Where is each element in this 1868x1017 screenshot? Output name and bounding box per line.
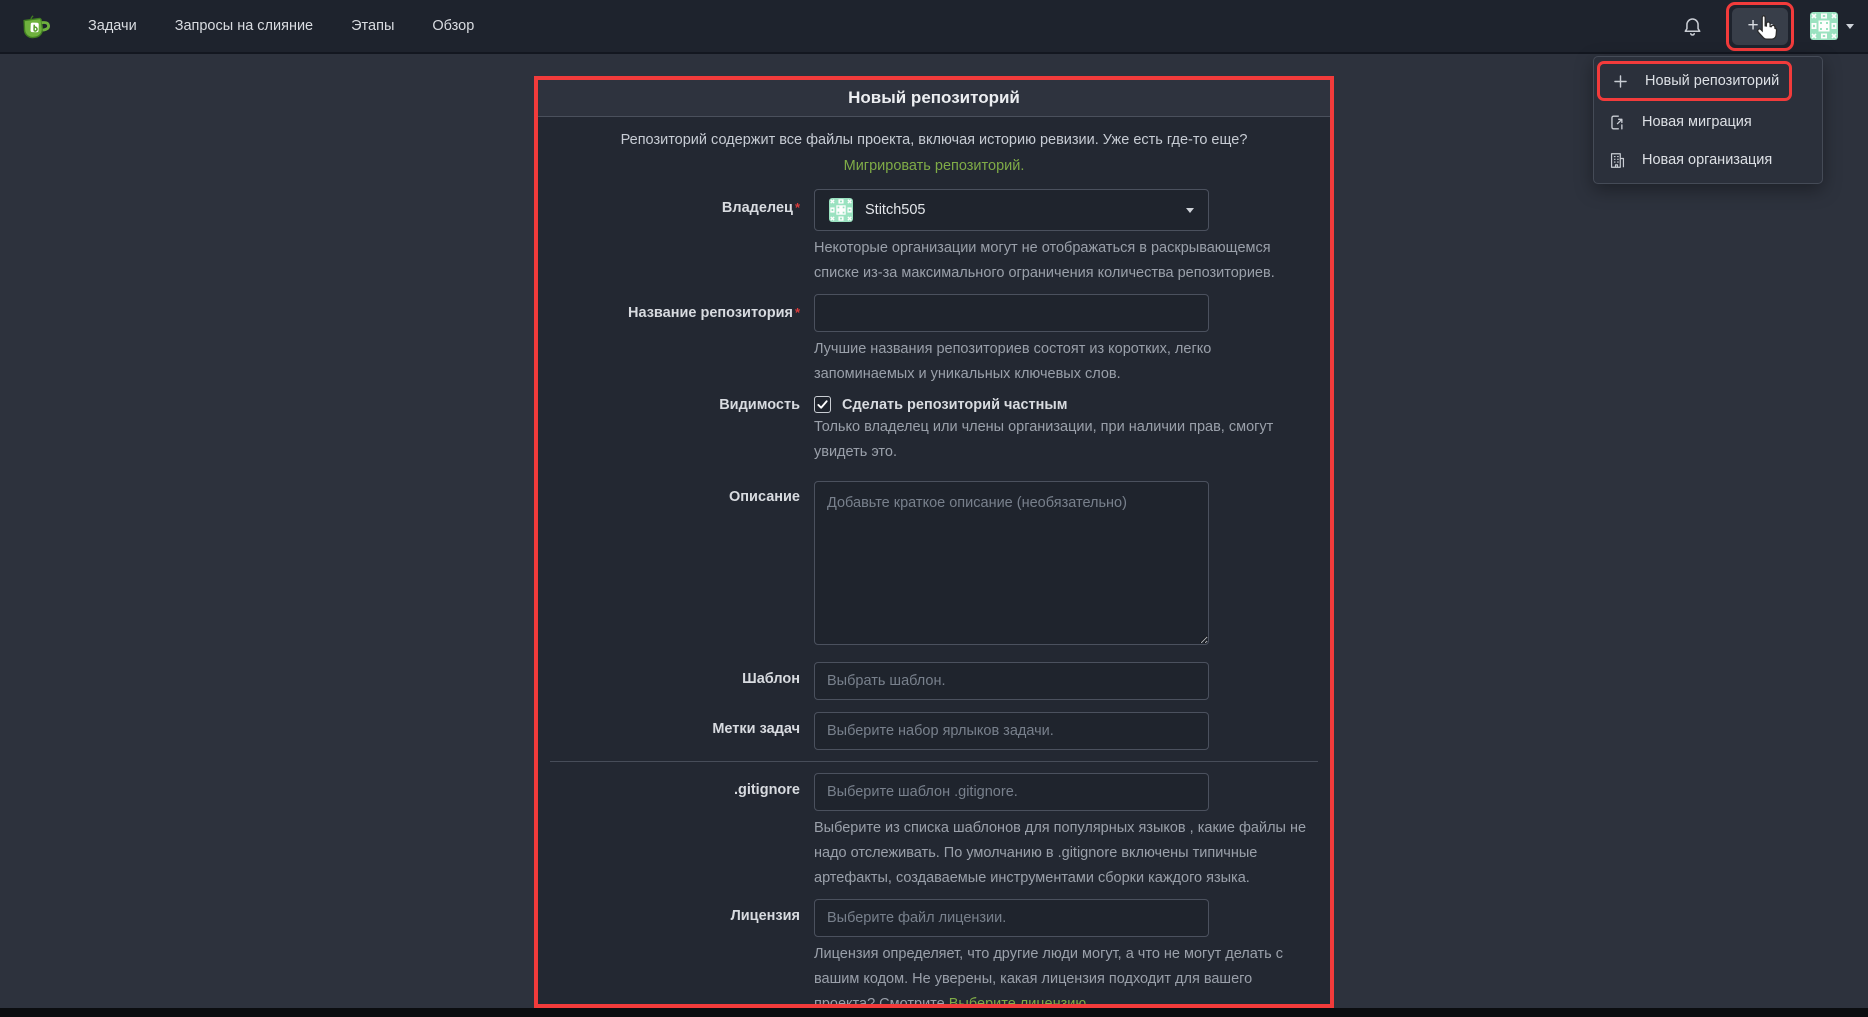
issue-labels-label: Метки задач bbox=[548, 712, 814, 750]
gitignore-label: .gitignore bbox=[548, 773, 814, 891]
annotation-highlight-new-repo-item: Новый репозиторий bbox=[1597, 61, 1792, 101]
visibility-label: Видимость bbox=[548, 395, 814, 465]
create-new-dropdown: Новый репозиторий Новая миграция Новая о… bbox=[1593, 56, 1823, 184]
license-help-text: Лицензия определяет, что другие люди мог… bbox=[814, 942, 1314, 1008]
create-new-button[interactable]: + bbox=[1732, 8, 1788, 45]
owner-select[interactable]: Stitch505 bbox=[814, 189, 1209, 231]
menu-item-new-organization[interactable]: Новая организация bbox=[1594, 141, 1822, 179]
owner-label: Владелец* bbox=[548, 189, 814, 286]
notifications-bell-icon[interactable] bbox=[1681, 15, 1704, 38]
menu-item-new-migration[interactable]: Новая миграция bbox=[1594, 103, 1822, 141]
license-label: Лицензия bbox=[548, 899, 814, 1008]
form-titlebar: Новый репозиторий bbox=[538, 80, 1330, 117]
check-icon bbox=[816, 398, 829, 411]
nav-right: + bbox=[1681, 2, 1854, 51]
menu-item-new-repository[interactable]: Новый репозиторий bbox=[1600, 64, 1789, 98]
owner-help-text: Некоторые организации могут не отображат… bbox=[814, 236, 1314, 286]
repo-name-row: Название репозитория* Лучшие названия ре… bbox=[548, 294, 1320, 387]
private-checkbox-label: Сделать репозиторий частным bbox=[842, 397, 1068, 413]
new-repository-form: Репозиторий содержит все файлы проекта, … bbox=[538, 127, 1330, 1008]
description-label: Описание bbox=[548, 481, 814, 650]
template-input[interactable] bbox=[814, 662, 1209, 700]
nav-item-explore[interactable]: Обзор bbox=[432, 18, 474, 34]
menu-item-label: Новый репозиторий bbox=[1645, 73, 1779, 89]
issue-labels-input[interactable] bbox=[814, 712, 1209, 750]
section-divider bbox=[550, 761, 1318, 762]
required-asterisk: * bbox=[795, 305, 800, 320]
screen: Задачи Запросы на слияние Этапы Обзор + bbox=[0, 0, 1868, 1017]
gitignore-row: .gitignore Выберите из списка шаблонов д… bbox=[548, 773, 1320, 891]
nav-item-issues[interactable]: Задачи bbox=[88, 18, 137, 34]
organization-icon bbox=[1608, 151, 1627, 170]
visibility-help-text: Только владелец или члены организации, п… bbox=[814, 415, 1314, 465]
gitea-logo[interactable] bbox=[20, 10, 52, 42]
owner-avatar bbox=[829, 198, 853, 222]
owner-row: Владелец* bbox=[548, 189, 1320, 286]
choose-license-link[interactable]: Выберите лицензию. bbox=[949, 996, 1090, 1008]
owner-value: Stitch505 bbox=[865, 202, 1174, 218]
menu-item-label: Новая организация bbox=[1642, 152, 1772, 168]
user-menu-chevron-icon[interactable] bbox=[1846, 24, 1854, 29]
visibility-row: Видимость Сделать репозиторий частным То… bbox=[548, 395, 1320, 465]
private-checkbox-row[interactable]: Сделать репозиторий частным bbox=[814, 395, 1314, 413]
annotation-highlight-plus-button: + bbox=[1726, 2, 1794, 51]
required-asterisk: * bbox=[795, 200, 800, 215]
chevron-down-icon bbox=[1765, 24, 1773, 29]
template-label: Шаблон bbox=[548, 662, 814, 700]
menu-item-label: Новая миграция bbox=[1642, 114, 1752, 130]
migrate-icon bbox=[1608, 113, 1627, 132]
issue-labels-row: Метки задач bbox=[548, 712, 1320, 750]
repo-name-label: Название репозитория* bbox=[548, 294, 814, 387]
migrate-repository-link[interactable]: Мигрировать репозиторий. bbox=[844, 158, 1025, 174]
page-title: Новый репозиторий bbox=[548, 88, 1320, 108]
annotation-highlight-new-repo-form: Новый репозиторий Репозиторий содержит в… bbox=[534, 76, 1334, 1008]
user-avatar[interactable] bbox=[1810, 12, 1838, 40]
nav-item-pull-requests[interactable]: Запросы на слияние bbox=[175, 18, 313, 34]
plus-icon bbox=[1611, 72, 1630, 91]
template-row: Шаблон bbox=[548, 662, 1320, 700]
nav-item-milestones[interactable]: Этапы bbox=[351, 18, 394, 34]
chevron-down-icon bbox=[1186, 208, 1194, 213]
viewport-bottom-strip bbox=[0, 1008, 1868, 1017]
nav-links: Задачи Запросы на слияние Этапы Обзор bbox=[88, 18, 474, 34]
license-input[interactable] bbox=[814, 899, 1209, 937]
repo-name-help-text: Лучшие названия репозиториев состоят из … bbox=[814, 337, 1314, 387]
gitignore-input[interactable] bbox=[814, 773, 1209, 811]
private-checkbox[interactable] bbox=[814, 396, 831, 413]
license-row: Лицензия Лицензия определяет, что другие… bbox=[548, 899, 1320, 1008]
form-intro-text: Репозиторий содержит все файлы проекта, … bbox=[584, 127, 1284, 179]
description-row: Описание bbox=[548, 481, 1320, 650]
repo-name-input[interactable] bbox=[814, 294, 1209, 332]
gitignore-help-text: Выберите из списка шаблонов для популярн… bbox=[814, 816, 1314, 891]
plus-icon: + bbox=[1747, 15, 1758, 37]
description-textarea[interactable] bbox=[814, 481, 1209, 645]
top-navbar: Задачи Запросы на слияние Этапы Обзор + bbox=[0, 0, 1868, 54]
